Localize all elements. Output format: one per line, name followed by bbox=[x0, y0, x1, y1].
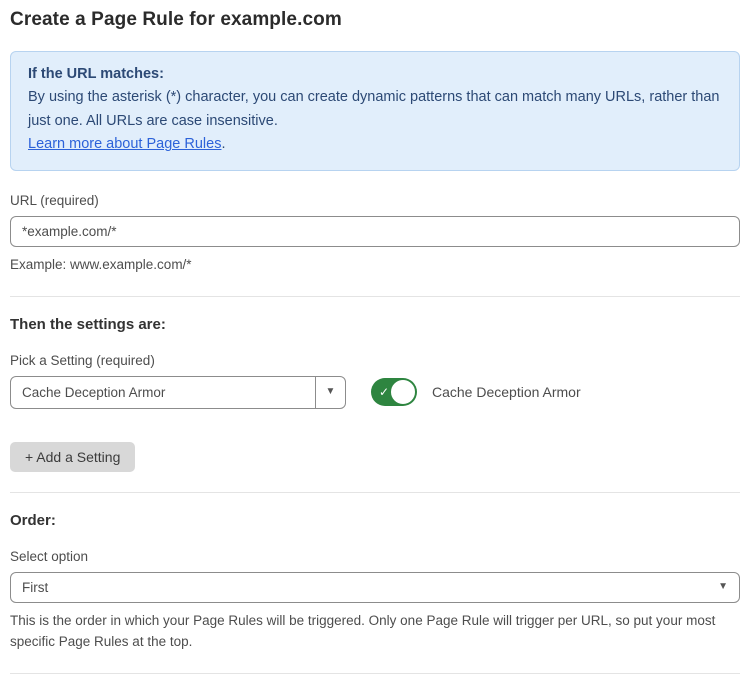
select-option-label: Select option bbox=[10, 549, 740, 564]
order-section-heading: Order: bbox=[10, 512, 740, 529]
chevron-down-icon: ▼ bbox=[718, 582, 728, 592]
chevron-down-icon: ▼ bbox=[326, 387, 336, 397]
setting-select-arrow-button[interactable]: ▼ bbox=[315, 377, 345, 408]
setting-select-value: Cache Deception Armor bbox=[11, 377, 315, 408]
link-period: . bbox=[221, 136, 225, 152]
settings-section-heading: Then the settings are: bbox=[10, 316, 740, 333]
create-page-rule-form: Create a Page Rule for example.com If th… bbox=[0, 0, 750, 679]
setting-select[interactable]: Cache Deception Armor ▼ bbox=[10, 376, 346, 409]
url-input[interactable] bbox=[10, 216, 740, 247]
check-icon: ✓ bbox=[379, 385, 389, 399]
learn-more-link[interactable]: Learn more about Page Rules bbox=[28, 136, 221, 152]
order-select[interactable]: First ▼ bbox=[10, 572, 740, 603]
pick-setting-label: Pick a Setting (required) bbox=[10, 353, 740, 368]
url-example-helper: Example: www.example.com/* bbox=[10, 255, 740, 276]
url-field-label: URL (required) bbox=[10, 193, 740, 208]
url-match-info-box: If the URL matches: By using the asteris… bbox=[10, 51, 740, 171]
info-box-body: By using the asterisk (*) character, you… bbox=[28, 86, 722, 133]
toggle-knob bbox=[390, 379, 416, 405]
info-box-heading: If the URL matches: bbox=[28, 63, 722, 86]
page-title: Create a Page Rule for example.com bbox=[10, 9, 740, 31]
setting-row: Cache Deception Armor ▼ ✓ Cache Deceptio… bbox=[10, 376, 740, 409]
divider bbox=[10, 673, 740, 674]
divider bbox=[10, 296, 740, 297]
cache-deception-armor-toggle[interactable]: ✓ bbox=[371, 378, 417, 406]
order-helper-text: This is the order in which your Page Rul… bbox=[10, 611, 740, 653]
toggle-label: Cache Deception Armor bbox=[432, 384, 581, 400]
add-setting-wrap: + Add a Setting bbox=[10, 442, 740, 472]
divider bbox=[10, 492, 740, 493]
info-box-link-line: Learn more about Page Rules. bbox=[28, 133, 722, 156]
order-select-value: First bbox=[22, 580, 718, 595]
add-setting-button[interactable]: + Add a Setting bbox=[10, 442, 135, 472]
